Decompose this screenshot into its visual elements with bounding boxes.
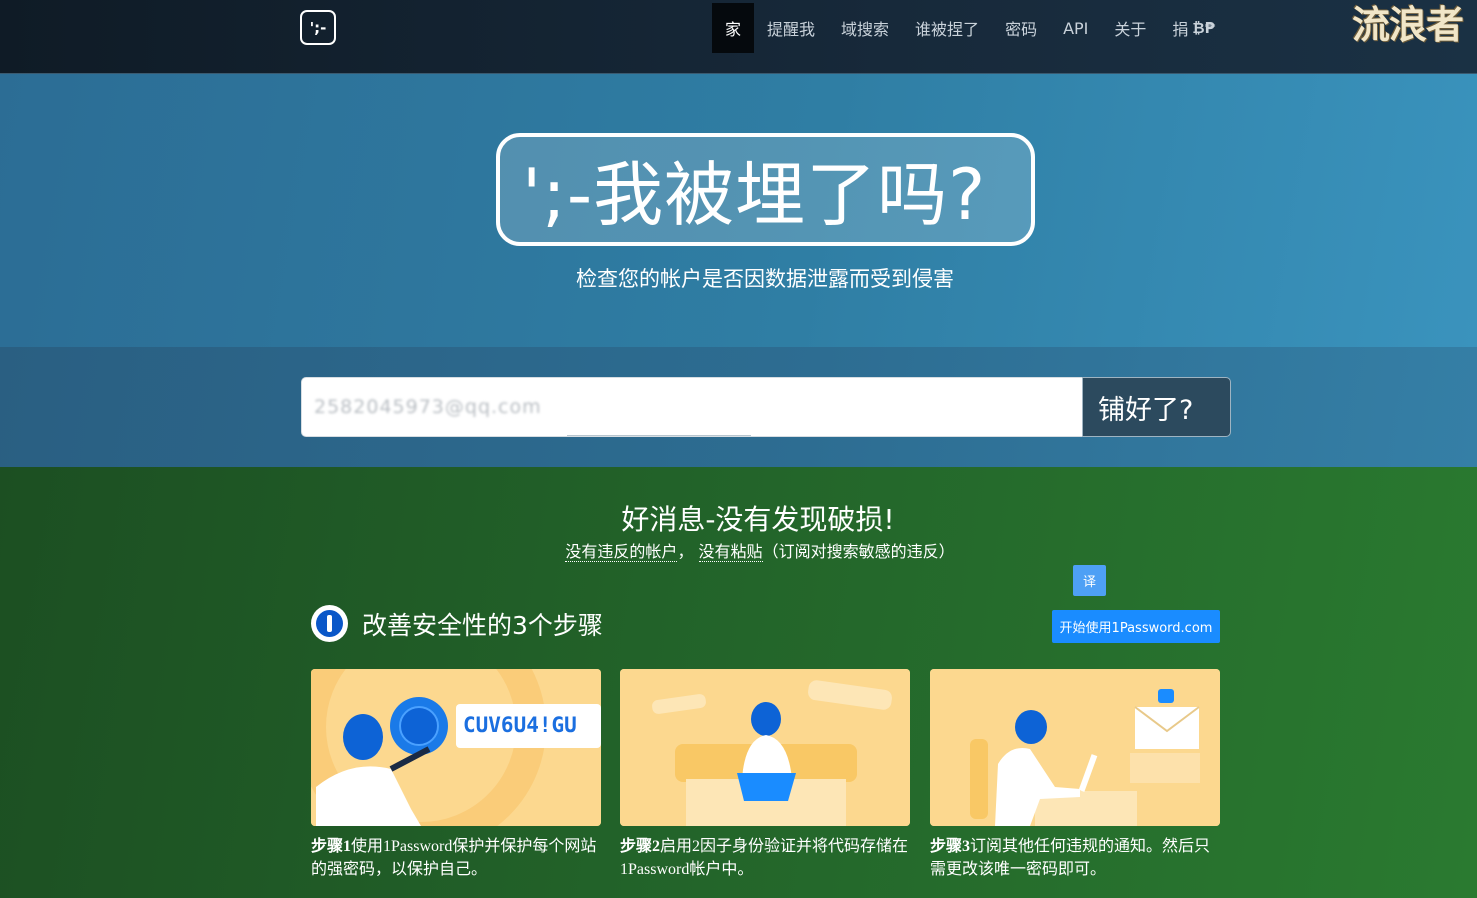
step2-caption: 步骤2启用2因子身份验证并将代码存储在1Password帐户中。 (620, 835, 910, 881)
brand-logo[interactable]: ';- (300, 10, 336, 45)
separator: ， (677, 542, 694, 561)
step-card-3: 步骤3订阅其他任何违规的通知。然后只需更改该唯一密码即可。 (930, 669, 1220, 881)
email-search-input[interactable]: 2582045973@qq.com (301, 377, 1083, 437)
step3-text: 订阅其他任何违规的通知。然后只需更改该唯一密码即可。 (930, 838, 1211, 878)
hero-subtitle: 检查您的帐户是否因数据泄露而受到侵害 (576, 267, 954, 291)
step-card-2: 步骤2启用2因子身份验证并将代码存储在1Password帐户中。 (620, 669, 910, 881)
nav-item-passwords[interactable]: 密码 (992, 3, 1050, 53)
steps-header: 改善安全性的3个步骤 (311, 605, 603, 642)
password-sample: CUV6U4!GU (463, 713, 577, 737)
sensitive-breaches-note[interactable]: （订阅对搜索敏感的违反） (763, 542, 955, 561)
nav-item-notify[interactable]: 提醒我 (754, 3, 828, 53)
step1-caption: 步骤1使用1Password保护并保护每个网站的强密码，以保护自己。 (311, 835, 601, 881)
nav-item-about[interactable]: 关于 (1101, 3, 1159, 53)
donate-label: 捐 (1172, 20, 1189, 39)
translate-button[interactable]: 译 (1073, 565, 1106, 596)
input-underline (567, 435, 751, 436)
search-section: 2582045973@qq.com 铺好了? (0, 347, 1477, 467)
no-pastes-link[interactable]: 没有粘贴 (698, 542, 763, 562)
page-title: ';-我被埋了吗? (522, 154, 987, 236)
watermark-logo: 流浪者 (1352, 2, 1464, 47)
step2-text: 启用2因子身份验证并将代码存储在1Password帐户中。 (620, 838, 909, 878)
step2-label: 步骤2 (620, 838, 661, 855)
nav-item-home[interactable]: 家 (712, 3, 755, 53)
step1-label: 步骤1 (311, 838, 352, 855)
step3-label: 步骤3 (930, 838, 971, 855)
step1-text: 使用1Password保护并保护每个网站的强密码，以保护自己。 (311, 838, 597, 878)
step1-illustration: CUV6U4!GU (311, 669, 601, 826)
nav-item-api[interactable]: API (1050, 3, 1101, 53)
nav-item-who-pwned[interactable]: 谁被捏了 (902, 3, 992, 53)
step2-illustration (620, 669, 910, 826)
result-section: 好消息-没有发现破损! 没有违反的帐户， 没有粘贴（订阅对搜索敏感的违反） 译 … (0, 467, 1477, 898)
step-card-1: CUV6U4!GU 步骤1使用1Password保护并保护每个网站的强密码，以保… (311, 669, 601, 881)
hero-title-box: ';-我被埋了吗? (496, 133, 1035, 246)
steps-title: 改善安全性的3个步骤 (362, 610, 603, 640)
nav-menu: 家 提醒我 域搜索 谁被捏了 密码 API 关于 捐 ₿₱ (712, 3, 1228, 53)
search-button[interactable]: 铺好了? (1082, 377, 1231, 437)
top-navbar: ';- 家 提醒我 域搜索 谁被捏了 密码 API 关于 捐 ₿₱ 流浪者 (0, 0, 1477, 74)
onepassword-logo-icon (311, 605, 348, 642)
result-title: 好消息-没有发现破损! (621, 503, 895, 536)
step3-caption: 步骤3订阅其他任何违规的通知。然后只需更改该唯一密码即可。 (930, 835, 1220, 881)
nav-item-donate[interactable]: 捐 ₿₱ (1159, 3, 1228, 53)
nav-item-domain-search[interactable]: 域搜索 (828, 3, 902, 53)
result-subtitle: 没有违反的帐户， 没有粘贴（订阅对搜索敏感的违反） (0, 538, 1477, 562)
no-breached-accounts-link[interactable]: 没有违反的帐户 (565, 542, 678, 562)
bitcoin-paypal-icon: ₿₱ (1192, 19, 1216, 37)
hero-section: ';-我被埋了吗? 检查您的帐户是否因数据泄露而受到侵害 (0, 74, 1477, 347)
onepassword-start-button[interactable]: 开始使用1Password.com (1052, 610, 1220, 643)
step3-illustration (930, 669, 1220, 826)
email-value: 2582045973@qq.com (314, 396, 542, 418)
